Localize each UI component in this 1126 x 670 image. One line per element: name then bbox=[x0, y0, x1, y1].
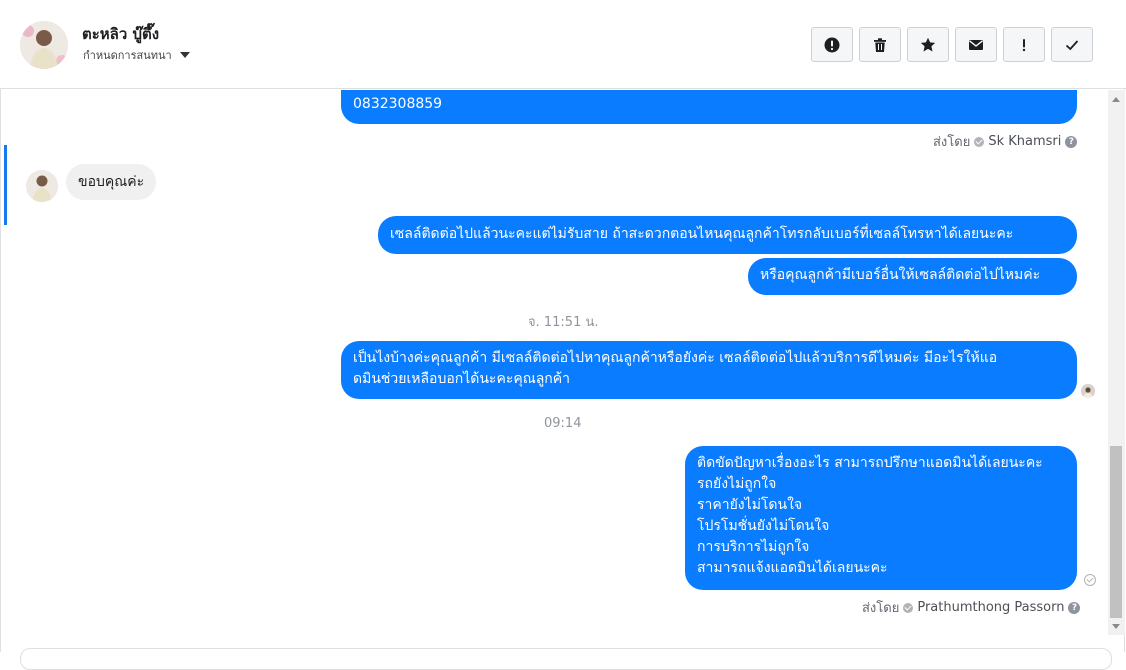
sender-name[interactable]: Prathumthong Passorn bbox=[917, 600, 1064, 615]
message-text-line: เป็นไงบ้างค่ะคุณลูกค้า มีเซลล์ติดต่อไปหา… bbox=[353, 350, 998, 366]
message-text-line: ดมินช่วยเหลือบอกได้นะคะคุณลูกค้า bbox=[353, 371, 570, 387]
mark-spam-button[interactable] bbox=[811, 27, 853, 62]
scrollbar-thumb[interactable] bbox=[1110, 446, 1122, 618]
conversation-toolbar bbox=[811, 27, 1093, 62]
report-button[interactable] bbox=[1003, 27, 1045, 62]
star-button[interactable] bbox=[907, 27, 949, 62]
exclamation-circle-icon bbox=[824, 37, 840, 52]
scroll-down-arrow-icon[interactable] bbox=[1112, 624, 1120, 629]
help-icon[interactable]: ? bbox=[1068, 601, 1081, 614]
timestamp: 09:14 bbox=[544, 416, 582, 431]
conversation-header: ตะหลิว บู๊ตึ๊ง กำหนดการสนทนา bbox=[0, 0, 1126, 89]
mark-unread-button[interactable] bbox=[955, 27, 997, 62]
caret-down-icon bbox=[179, 52, 190, 58]
selected-message-indicator bbox=[4, 145, 7, 225]
message-text: เซลล์ติดต่อไปแล้วนะคะแต่ไม่รับสาย ถ้าสะด… bbox=[390, 226, 1014, 242]
incoming-message[interactable]: ขอบคุณค่ะ bbox=[66, 164, 157, 200]
message-text-line: ราคายังไม่โดนใจ bbox=[697, 497, 803, 513]
scrollbar[interactable] bbox=[1108, 90, 1125, 635]
outgoing-message[interactable]: 0832308859 bbox=[341, 90, 1077, 124]
sent-by-label: ส่งโดย Sk Khamsri ? bbox=[933, 131, 1078, 152]
sent-by-label: ส่งโดย Prathumthong Passorn ? bbox=[862, 597, 1081, 618]
message-text-line: รถยังไม่ถูกใจ bbox=[697, 476, 777, 492]
contact-avatar[interactable] bbox=[20, 21, 68, 69]
message-text: หรือคุณลูกค้ามีเบอร์อื่นให้เซลล์ติดต่อไป… bbox=[760, 267, 1041, 283]
help-icon[interactable]: ? bbox=[1065, 135, 1078, 148]
message-text: ขอบคุณค่ะ bbox=[78, 174, 145, 190]
message-text-line: สามารถแจ้งแอดมินได้เลยนะคะ bbox=[697, 560, 888, 576]
timestamp: จ. 11:51 น. bbox=[528, 315, 599, 330]
trash-icon bbox=[874, 37, 886, 52]
verified-icon bbox=[974, 136, 985, 147]
conversation-settings-label: กำหนดการสนทนา bbox=[83, 49, 172, 62]
mark-done-button[interactable] bbox=[1051, 27, 1093, 62]
outgoing-message[interactable]: เซลล์ติดต่อไปแล้วนะคะแต่ไม่รับสาย ถ้าสะด… bbox=[378, 216, 1077, 254]
star-icon bbox=[920, 37, 936, 51]
envelope-icon bbox=[969, 39, 983, 50]
sent-check-icon bbox=[1084, 574, 1096, 586]
scroll-up-arrow-icon[interactable] bbox=[1112, 97, 1120, 102]
contact-name[interactable]: ตะหลิว บู๊ตึ๊ง bbox=[82, 22, 159, 46]
message-text: 0832308859 bbox=[353, 96, 443, 112]
checkmark-icon bbox=[1065, 39, 1079, 50]
outgoing-message[interactable]: ติดขัดปัญหาเรื่องอะไร สามารถปรึกษาแอดมิน… bbox=[685, 446, 1077, 590]
verified-icon bbox=[903, 602, 914, 613]
delete-button[interactable] bbox=[859, 27, 901, 62]
message-text-line: การบริการไม่ถูกใจ bbox=[697, 539, 810, 555]
conversation-settings-dropdown[interactable]: กำหนดการสนทนา bbox=[83, 46, 190, 64]
message-text-line: ติดขัดปัญหาเรื่องอะไร สามารถปรึกษาแอดมิน… bbox=[697, 455, 1043, 471]
contact-avatar-small[interactable] bbox=[26, 170, 58, 202]
outgoing-message[interactable]: เป็นไงบ้างค่ะคุณลูกค้า มีเซลล์ติดต่อไปหา… bbox=[341, 341, 1077, 399]
seen-by-avatar bbox=[1081, 384, 1095, 398]
exclamation-icon bbox=[1022, 38, 1026, 51]
message-composer[interactable] bbox=[20, 648, 1112, 670]
sender-name[interactable]: Sk Khamsri bbox=[988, 134, 1061, 149]
message-thread: 0832308859 ส่งโดย Sk Khamsri ? ขอบคุณค่ะ… bbox=[0, 90, 1108, 652]
sent-by-prefix: ส่งโดย bbox=[862, 601, 900, 616]
message-text-line: โปรโมชั่นยังไม่โดนใจ bbox=[697, 518, 830, 534]
outgoing-message[interactable]: หรือคุณลูกค้ามีเบอร์อื่นให้เซลล์ติดต่อไป… bbox=[748, 258, 1077, 295]
sent-by-prefix: ส่งโดย bbox=[933, 135, 971, 150]
